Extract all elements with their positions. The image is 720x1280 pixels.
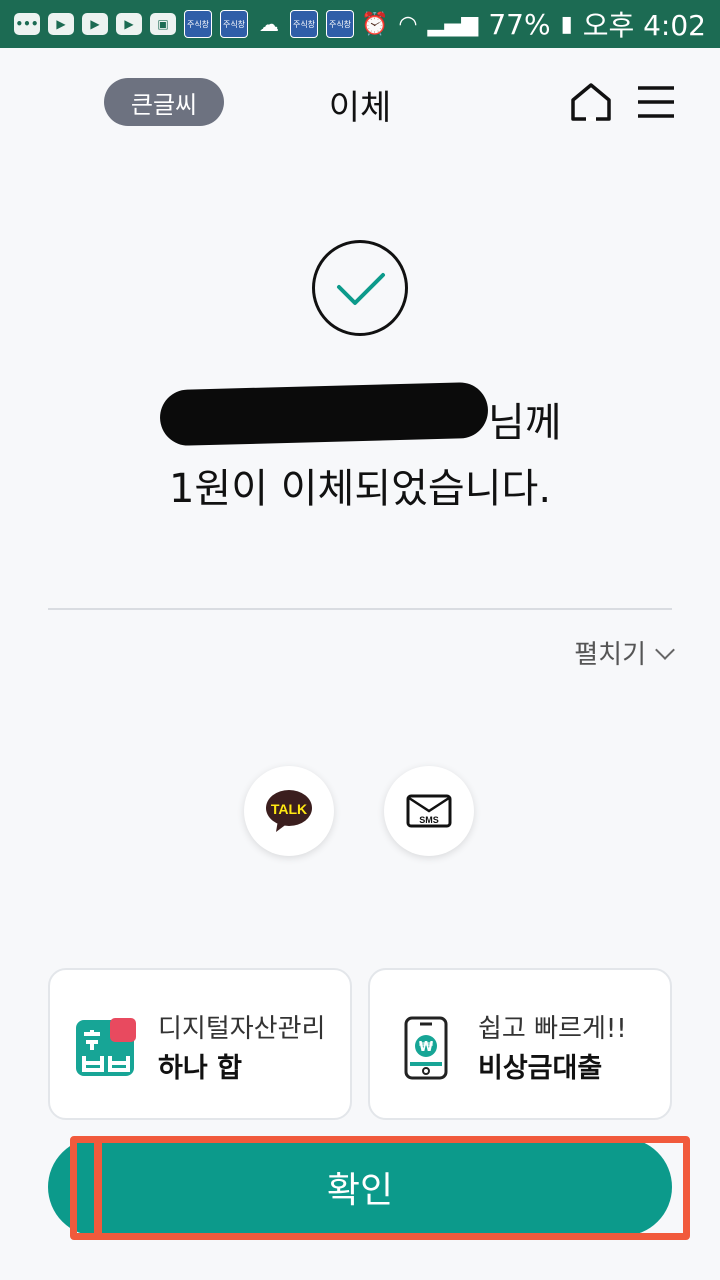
stock-app-icon: 주식창 — [290, 10, 318, 38]
annotation-highlight-mark — [94, 1138, 102, 1234]
sms-share-button[interactable]: SMS — [384, 766, 474, 856]
emergency-loan-card[interactable]: ₩ 쉽고 빠르게!! 비상금대출 — [368, 968, 672, 1120]
sms-label: SMS — [419, 815, 439, 825]
stock-app-icon: 주식창 — [326, 10, 354, 38]
hana-hap-icon — [76, 1018, 136, 1076]
youtube-icon: ▶ — [82, 13, 108, 35]
expand-label: 펼치기 — [574, 640, 646, 670]
wifi-icon: ◠ — [398, 11, 418, 37]
battery-percent: 77% — [488, 7, 551, 41]
page-title: 이체 — [328, 88, 392, 128]
confirm-button[interactable]: 확인 — [48, 1138, 672, 1236]
status-bar: ••• ▶ ▶ ▶ ▣ 주식창 주식창 ☁ 주식창 주식창 ⏰ ◠ ▂▄▆ 77… — [0, 0, 720, 48]
expand-toggle[interactable]: 펼치기 — [574, 634, 675, 671]
stock-app-icon: 주식창 — [184, 10, 212, 38]
chat-bubble-icon: ••• — [14, 13, 40, 35]
youtube-icon: ▶ — [116, 13, 142, 35]
card-subtitle: 쉽고 빠르게!! — [478, 1014, 627, 1044]
youtube-icon: ▶ — [48, 13, 74, 35]
talk-label: TALK — [271, 801, 307, 817]
notification-icons: ••• ▶ ▶ ▶ ▣ 주식창 주식창 ☁ 주식창 주식창 — [14, 10, 354, 38]
image-icon: ▣ — [150, 13, 176, 35]
kakaotalk-share-button[interactable]: TALK — [244, 766, 334, 856]
phone-won-icon: ₩ — [404, 1016, 448, 1080]
hana-hap-card[interactable]: 디지털자산관리 하나 합 — [48, 968, 352, 1120]
battery-icon: ▮ — [560, 11, 573, 37]
recipient-suffix: 님께 — [488, 400, 562, 446]
svg-text:₩: ₩ — [419, 1040, 434, 1055]
alarm-icon: ⏰ — [360, 11, 389, 37]
stock-app-icon: 주식창 — [220, 10, 248, 38]
card-title: 하나 합 — [158, 1053, 242, 1084]
app-header: 큰글씨 이체 — [0, 48, 720, 158]
success-check-icon — [312, 240, 408, 336]
signal-icon: ▂▄▆ — [427, 11, 479, 37]
weather-icon: ☁ — [259, 12, 279, 36]
divider — [48, 608, 672, 610]
menu-icon[interactable] — [636, 82, 676, 122]
home-icon[interactable] — [570, 82, 612, 122]
transfer-result-message: 1원이 이체되었습니다. — [168, 466, 552, 512]
redacted-recipient-name — [159, 381, 489, 447]
clock: 오후 4:02 — [582, 9, 706, 42]
kakaotalk-icon: TALK — [266, 790, 312, 832]
card-title: 비상금대출 — [478, 1053, 603, 1084]
chevron-down-icon — [655, 639, 675, 660]
sms-envelope-icon: SMS — [406, 794, 452, 828]
card-subtitle: 디지털자산관리 — [158, 1014, 326, 1044]
